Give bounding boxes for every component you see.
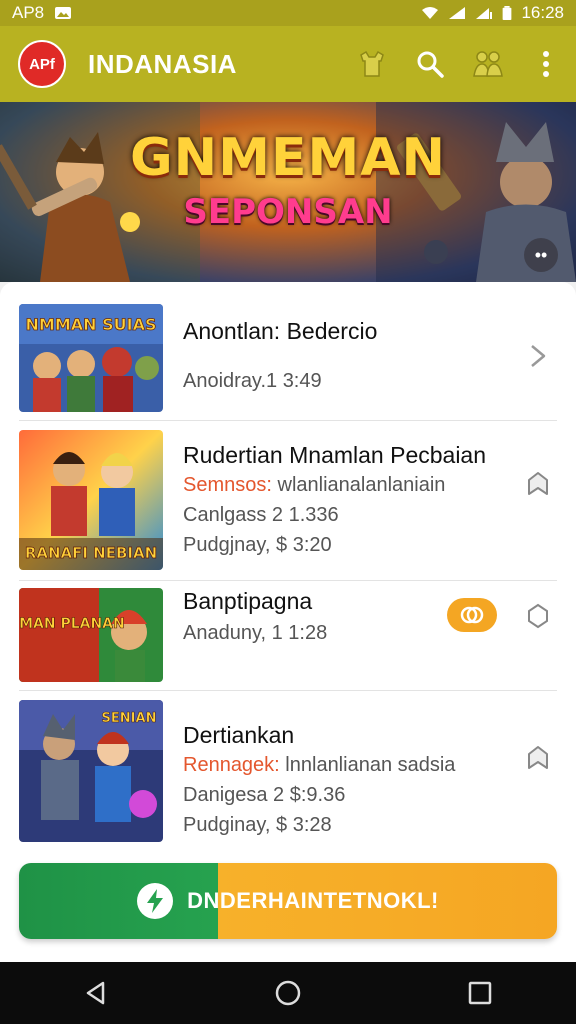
wifi-icon [422,7,439,19]
back-button[interactable] [71,968,121,1018]
list-divider [19,420,557,421]
item-tagline: Semnsos: wlanlianalanlaniain [183,474,445,497]
item-meta: Pudginay, $ 3:28 [183,814,332,836]
item-meta: Canlgass 2 1.336 [183,504,339,526]
system-nav-bar [0,962,576,1024]
app-toolbar: APf INDANASIA [0,26,576,102]
coin-icon [460,606,484,624]
game-thumbnail: SENIAN [19,700,163,842]
carrier-label: AP8 [12,3,45,22]
banner-subtitle: SEPONSAN [183,192,393,232]
more-vert-icon [543,51,549,77]
lightning-icon [147,889,164,913]
item-title: Rudertian Mnamlan Pecbaian [183,442,487,468]
clock: 16:28 [521,3,564,22]
search-icon [417,51,444,78]
thumbnail-title: NMMAN SUIAS [26,315,157,334]
item-tagline-label: Semnsos: [183,474,272,496]
bookmark-icon[interactable] [524,744,552,772]
download-cta-button[interactable]: DNDERHAINTETNOKL! [19,863,557,939]
item-tagline: Rennagek: lnnlanlianan sadsia [183,754,455,777]
photo-notification-icon [55,7,72,19]
game-thumbnail: NMMAN SUIAS [19,304,163,412]
coin-badge-button[interactable] [447,598,497,632]
item-title: Dertiankan [183,722,295,748]
bookmark-icon[interactable] [524,470,552,498]
item-meta: Danigesa 2 $:9.36 [183,784,346,806]
game-list: NMMAN SUIAS Anontlan: Bedercio Anoidray.… [0,282,576,962]
team-button[interactable] [472,48,504,80]
app-logo[interactable]: APf [18,40,66,88]
item-meta: Pudgjnay, $ 3:20 [183,534,332,556]
thumbnail-title: SNMAN PLANAN [19,616,125,632]
home-button[interactable] [263,968,313,1018]
team-icon [473,51,503,77]
thumbnail-title: RANAFI NEBIAN [25,544,157,562]
app-title: INDANASIA [88,48,237,79]
item-tagline-text: wlanlianalanlaniain [271,474,446,496]
cta-label: DNDERHAINTETNOKL! [187,888,439,913]
item-title: Anontlan: Bedercio [183,318,378,344]
shop-icon [360,50,384,77]
item-subtitle: Anoidray.1 3:49 [183,370,322,392]
more-menu-button[interactable] [530,48,562,80]
chevron-right-icon[interactable] [524,342,552,370]
cta-icon-wrapper [137,883,174,919]
shop-button[interactable] [356,48,388,80]
item-tagline-label: Rennagek: [183,754,280,776]
banner-title: GNMEMAN [130,128,446,188]
hexagon-icon[interactable] [524,602,552,630]
list-divider [19,690,557,691]
battery-icon [503,6,512,20]
item-subtitle: Anaduny, 1 1:28 [183,622,328,644]
status-bar: AP8 16:28 [0,0,576,26]
banner-more-label: •• [534,244,548,265]
hero-banner[interactable]: GNMEMAN SEPONSAN •• [0,102,576,282]
list-item[interactable]: NMMAN SUIAS Anontlan: Bedercio Anoidray.… [0,302,576,414]
list-item[interactable]: SNMAN PLANAN Banptipagna Anaduny, 1 1:28 [0,588,576,684]
game-thumbnail: SNMAN PLANAN [19,588,163,682]
recents-button[interactable] [455,968,505,1018]
recents-icon [468,981,492,1005]
banner-more-button[interactable]: •• [524,238,558,272]
back-icon [86,981,105,1005]
signal-icon [449,7,466,19]
list-divider [19,580,557,581]
signal-strength-icon [476,8,493,19]
list-item[interactable]: SENIAN Dertiankan Rennagek: lnnlanlianan… [0,698,576,842]
search-button[interactable] [414,48,446,80]
item-title: Banptipagna [183,588,313,614]
home-icon [275,980,301,1006]
app-logo-text: APf [29,55,55,73]
list-item[interactable]: RANAFI NEBIAN Rudertian Mnamlan Pecbaian… [0,428,576,570]
thumbnail-title: SENIAN [102,711,157,726]
item-tagline-text: lnnlanlianan sadsia [279,754,456,776]
game-thumbnail: RANAFI NEBIAN [19,430,163,570]
